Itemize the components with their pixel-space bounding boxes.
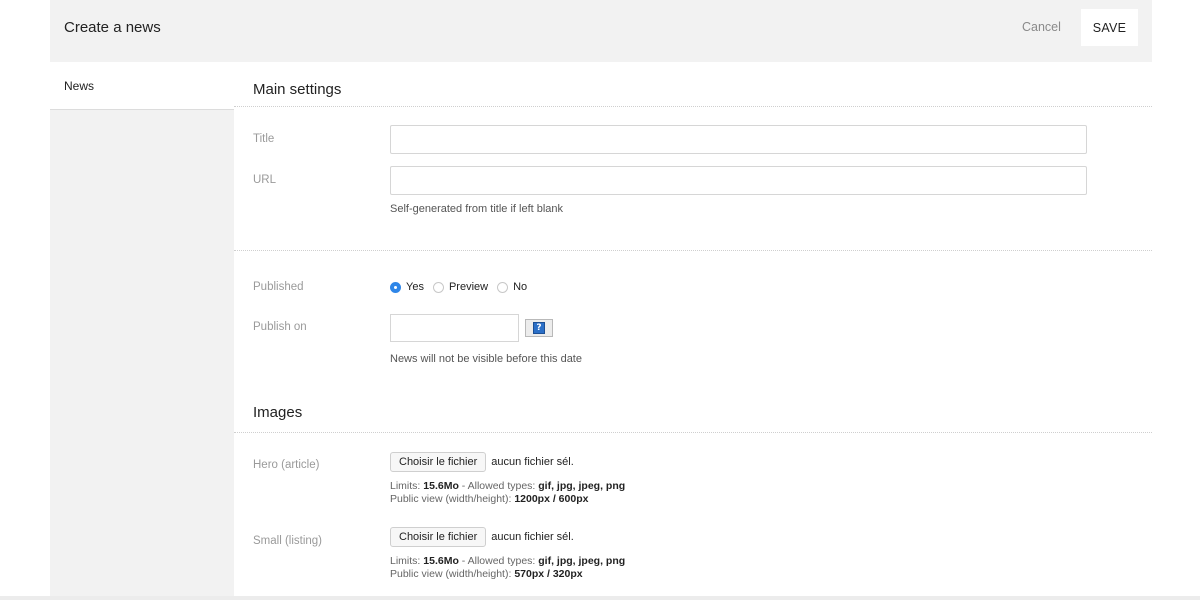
section-title-images: Images [253, 404, 303, 421]
sidebar-item-label: News [64, 79, 95, 93]
hero-limits: Limits: 15.6Mo - Allowed types: gif, jpg… [390, 480, 625, 506]
publish-on-label: Publish on [253, 321, 307, 333]
radio-unchecked-icon [432, 281, 444, 293]
publish-on-hint: News will not be visible before this dat… [390, 353, 582, 365]
page-title: Create a news [64, 19, 161, 36]
url-hint: Self-generated from title if left blank [390, 203, 564, 215]
published-no-radio[interactable]: No [497, 281, 527, 293]
view-size: 1200px / 600px [514, 493, 589, 505]
allowed-types: gif, jpg, jpeg, png [538, 480, 626, 492]
types-prefix: - Allowed types: [458, 480, 539, 492]
title-label: Title [253, 133, 275, 145]
small-limits: Limits: 15.6Mo - Allowed types: gif, jpg… [390, 555, 625, 581]
small-file-status: aucun fichier sél. [491, 531, 574, 543]
published-label: Published [253, 281, 304, 293]
small-view-line: Public view (width/height): 570px / 320p… [390, 568, 625, 581]
section-divider [234, 250, 1152, 251]
url-label: URL [253, 174, 277, 186]
allowed-types: gif, jpg, jpeg, png [538, 555, 626, 567]
radio-label: No [513, 281, 528, 293]
radio-unchecked-icon [497, 281, 509, 293]
page-header: Create a news Cancel SAVE [50, 0, 1152, 62]
hero-view-line: Public view (width/height): 1200px / 600… [390, 493, 625, 506]
radio-checked-icon [390, 281, 401, 293]
main-form: Main settings Title URL Self-generated f… [234, 62, 1152, 600]
title-input[interactable] [390, 125, 1087, 154]
limits-size: 15.6Mo [423, 480, 459, 492]
view-prefix: Public view (width/height): [390, 493, 515, 505]
publish-on-date-input[interactable] [390, 314, 519, 342]
hero-limits-line: Limits: 15.6Mo - Allowed types: gif, jpg… [390, 480, 625, 493]
hero-choose-file-button[interactable]: Choisir le fichier [390, 452, 487, 472]
hero-file-status: aucun fichier sél. [491, 456, 574, 468]
small-image-label: Small (listing) [253, 535, 323, 547]
view-prefix: Public view (width/height): [390, 568, 515, 580]
types-prefix: - Allowed types: [458, 555, 539, 567]
radio-label: Preview [448, 281, 489, 293]
sidebar: News [50, 62, 234, 600]
radio-label: Yes [406, 281, 424, 293]
url-input[interactable] [390, 166, 1087, 195]
small-file-row: Choisir le fichier aucun fichier sél. [390, 527, 574, 547]
limits-size: 15.6Mo [423, 555, 459, 567]
published-preview-radio[interactable]: Preview [432, 281, 489, 293]
limits-prefix: Limits: [390, 480, 424, 492]
cancel-link[interactable]: Cancel [1022, 20, 1061, 34]
limits-prefix: Limits: [390, 555, 424, 567]
small-choose-file-button[interactable]: Choisir le fichier [390, 527, 487, 547]
published-radio-group: Yes Preview No [390, 280, 536, 294]
section-divider [234, 106, 1152, 107]
calendar-button[interactable]: ? [525, 319, 553, 337]
section-divider [234, 432, 1152, 433]
sidebar-item-news[interactable]: News [50, 62, 234, 110]
calendar-icon: ? [533, 322, 545, 334]
section-title-main-settings: Main settings [253, 81, 342, 98]
hero-image-label: Hero (article) [253, 459, 320, 471]
hero-file-row: Choisir le fichier aucun fichier sél. [390, 452, 574, 472]
save-button[interactable]: SAVE [1081, 9, 1138, 46]
small-limits-line: Limits: 15.6Mo - Allowed types: gif, jpg… [390, 555, 625, 568]
view-size: 570px / 320px [514, 568, 583, 580]
bottom-scroll-shade [0, 596, 1200, 600]
editor-frame: Create a news Cancel SAVE News Main sett… [50, 0, 1152, 600]
published-yes-radio[interactable]: Yes [390, 281, 424, 293]
